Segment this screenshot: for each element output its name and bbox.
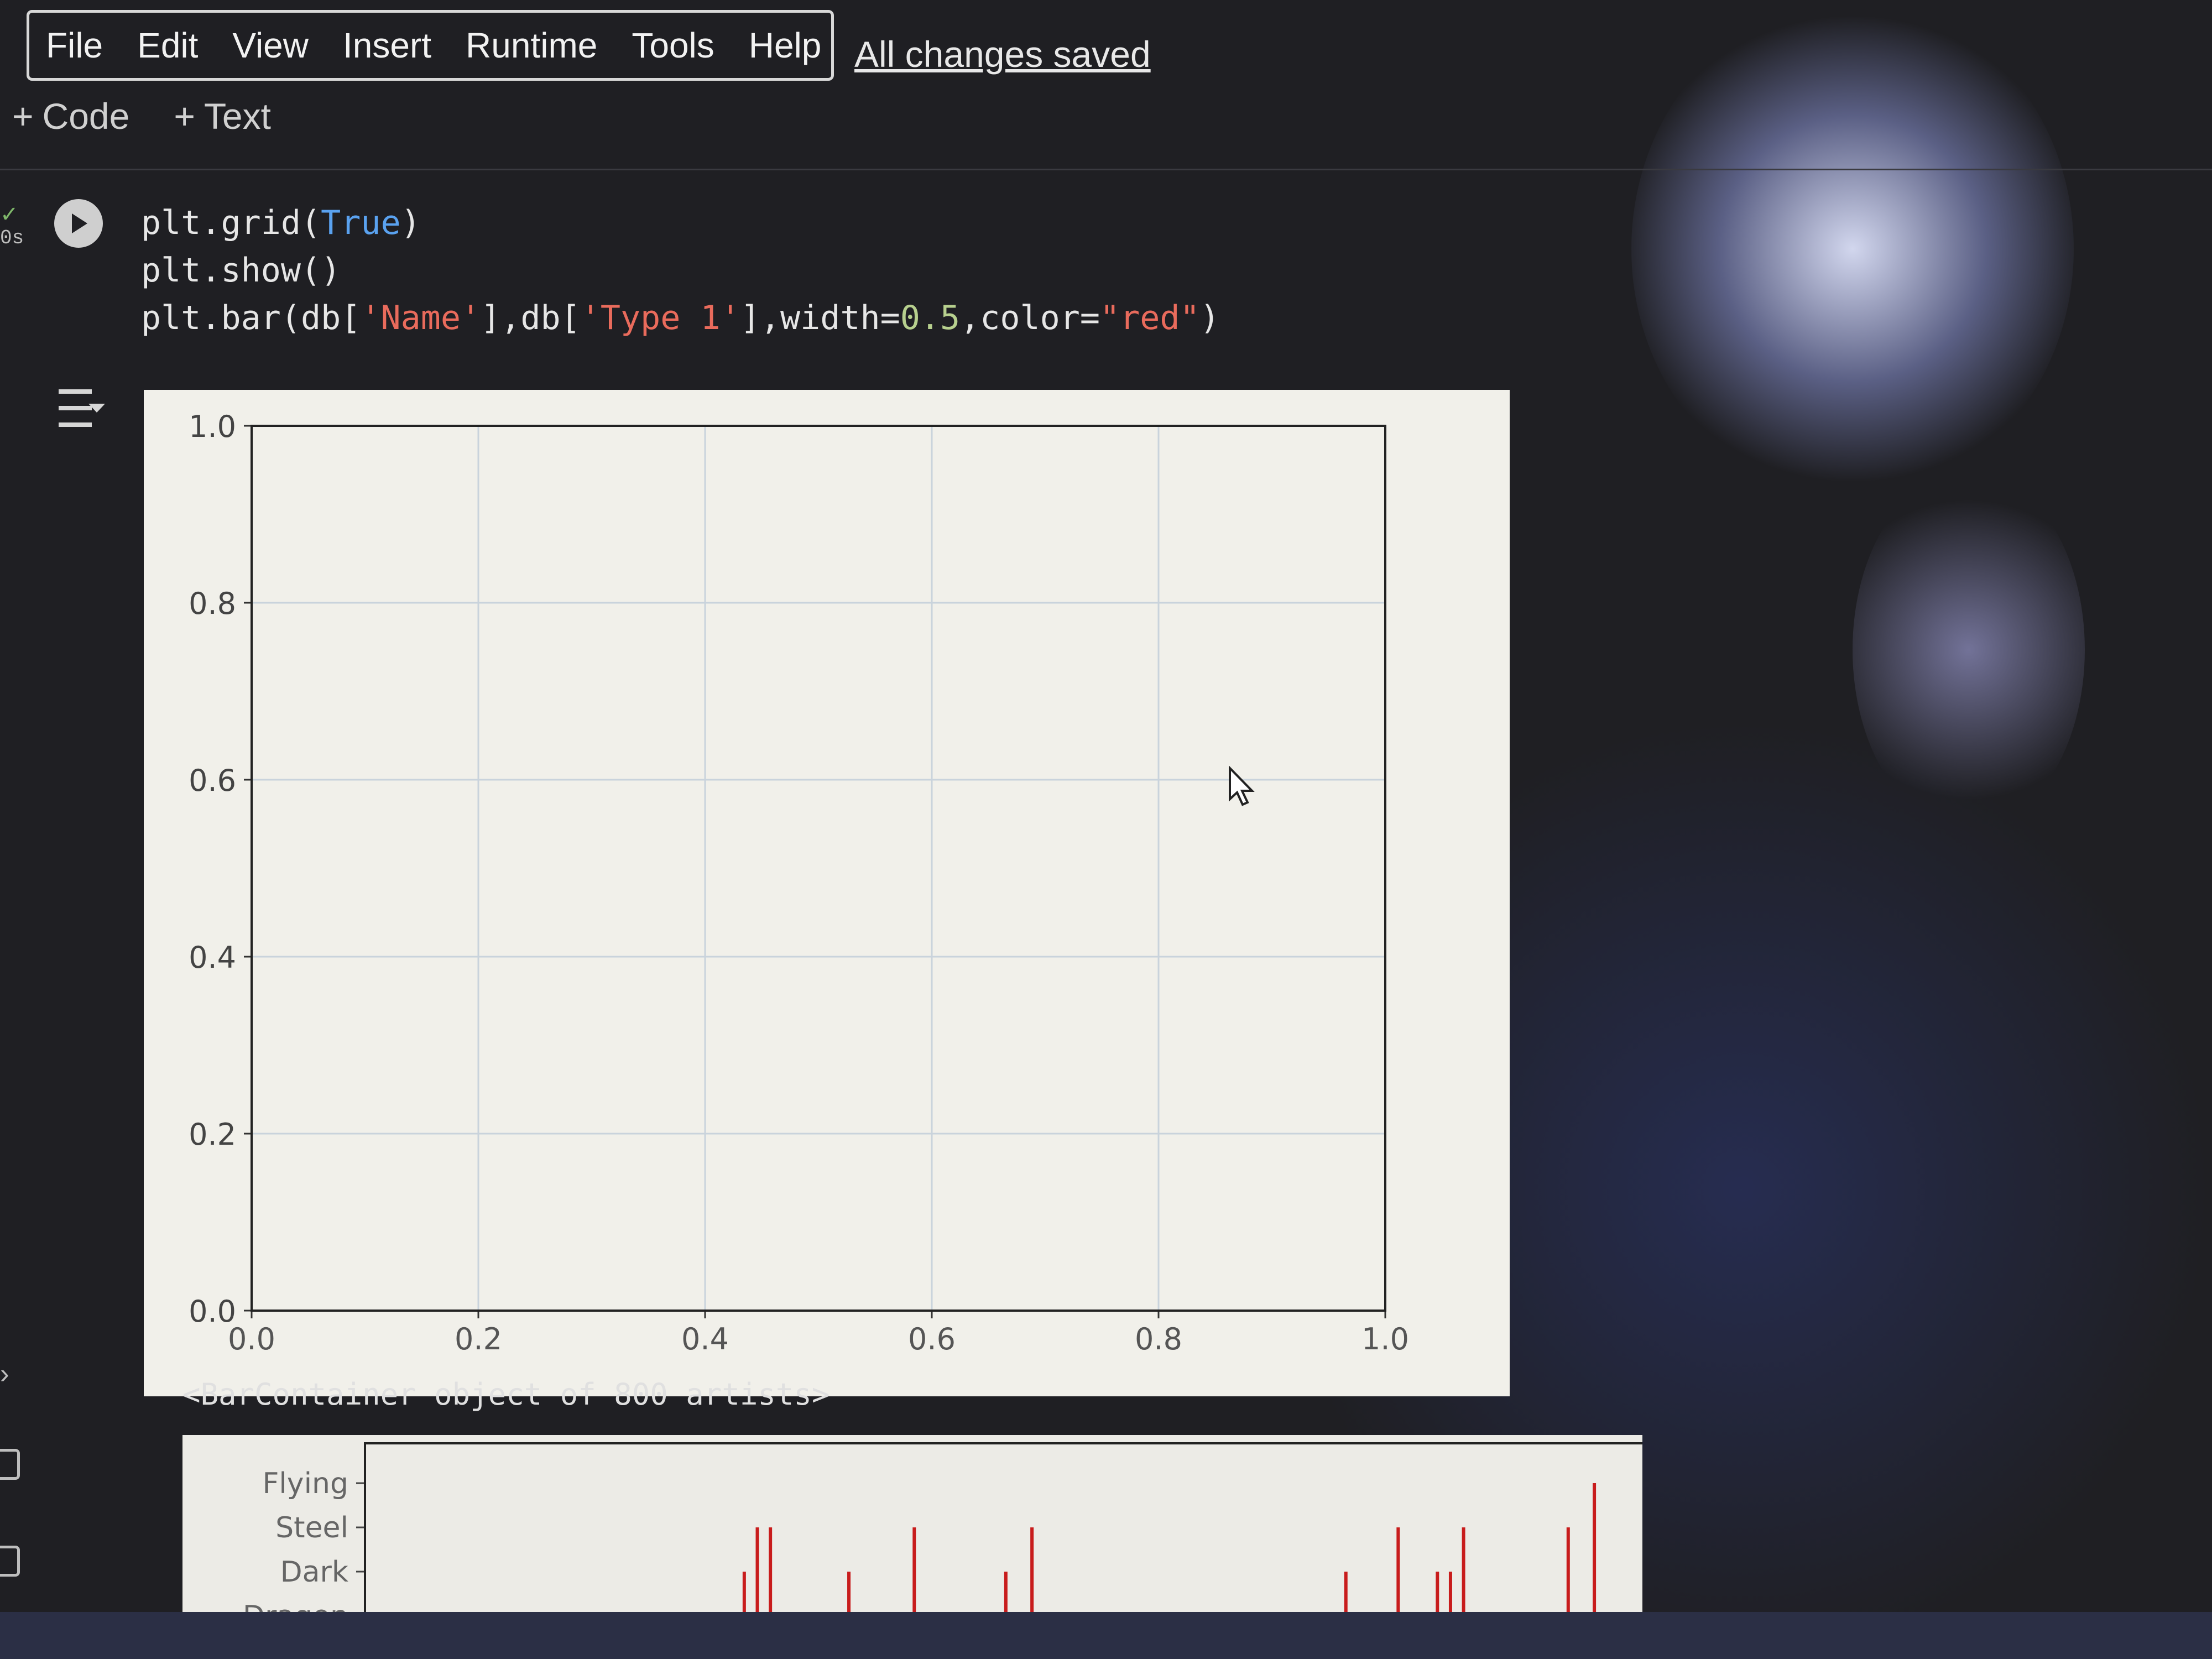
menu-edit[interactable]: Edit <box>137 25 198 66</box>
code-token: "red" <box>1099 299 1200 337</box>
mouse-cursor-icon <box>1229 766 1255 806</box>
code-token: 0.5 <box>900 299 961 337</box>
axes-frame <box>251 425 1386 1312</box>
code-token: plt.show() <box>141 251 341 290</box>
code-token: ],width= <box>740 299 900 337</box>
output-toggle-icon[interactable] <box>55 382 108 435</box>
menu-help[interactable]: Help <box>749 25 822 66</box>
code-token: 'Name' <box>361 299 481 337</box>
play-icon <box>72 213 87 233</box>
code-token: ],db[ <box>481 299 581 337</box>
add-text-button[interactable]: + Text <box>174 95 271 137</box>
add-text-label: Text <box>204 96 271 137</box>
x-tick-label: 0.6 <box>908 1322 956 1357</box>
success-check-icon: ✓ <box>0 202 19 227</box>
code-token: 'Type 1' <box>580 299 740 337</box>
execution-time: 0s <box>0 227 24 249</box>
y-tick-label: 0.8 <box>189 586 236 621</box>
y-tick-label: 0.4 <box>189 940 236 975</box>
menu-bar: File Edit View Insert Runtime Tools Help <box>27 10 834 81</box>
code-token: ,color= <box>960 299 1100 337</box>
menu-view[interactable]: View <box>232 25 309 66</box>
y-tick-label: 0.0 <box>189 1294 236 1329</box>
screen-glare-lower <box>1853 470 2085 830</box>
terminal-icon[interactable] <box>0 1546 20 1577</box>
expand-sidebar-icon[interactable]: › <box>0 1358 9 1390</box>
menu-file[interactable]: File <box>46 25 103 66</box>
menu-runtime[interactable]: Runtime <box>466 25 597 66</box>
x-tick-label: 1.0 <box>1361 1322 1409 1357</box>
table-of-contents-icon[interactable] <box>0 1449 20 1480</box>
plus-icon: + <box>174 96 195 137</box>
x-tick-label: 0.4 <box>681 1322 729 1357</box>
code-token: True <box>321 204 401 242</box>
menu-insert[interactable]: Insert <box>343 25 431 66</box>
y-tick-label: 0.6 <box>189 763 236 798</box>
y-tick-label: 1.0 <box>189 409 236 444</box>
code-line: plt.grid(True) <box>141 199 1220 247</box>
save-status-link[interactable]: All changes saved <box>854 33 1151 75</box>
y-tick-label: 0.2 <box>189 1117 236 1152</box>
insert-toolbar: + Code + Text <box>12 95 271 137</box>
code-token: ) <box>400 204 421 242</box>
toolbar-divider <box>0 169 2212 170</box>
x-tick-label: 0.2 <box>455 1322 502 1357</box>
menu-tools[interactable]: Tools <box>632 25 714 66</box>
x-tick-label: 0.8 <box>1135 1322 1182 1357</box>
status-bar <box>0 1612 2212 1659</box>
code-editor[interactable]: plt.grid(True) plt.show() plt.bar(db['Name… <box>141 199 1220 342</box>
code-token: plt.grid( <box>141 204 321 242</box>
grid-chart-svg: 0.0 0.2 0.4 0.6 0.8 1.00.00.20.40.60.81.0 <box>189 409 1409 1357</box>
screen-glare <box>1631 0 2074 498</box>
plus-icon: + <box>12 96 34 137</box>
y-tick-label: Flying <box>262 1467 348 1500</box>
run-cell-button[interactable] <box>54 199 103 248</box>
code-line: plt.bar(db['Name'],db['Type 1'],width=0.… <box>141 294 1220 342</box>
add-code-button[interactable]: + Code <box>12 95 129 137</box>
output-text: <BarContainer object of 800 artists> <box>182 1377 830 1412</box>
empty-grid-plot: 0.0 0.2 0.4 0.6 0.8 1.0 0.0 0.2 0.4 0.6 0.8 1.0 <box>144 390 1510 1396</box>
code-token: plt.bar(db[ <box>141 299 361 337</box>
add-code-label: Code <box>42 96 130 137</box>
code-line: plt.show() <box>141 247 1220 294</box>
y-tick-label: Dark <box>280 1556 348 1589</box>
code-token: ) <box>1199 299 1220 337</box>
y-tick-label: Steel <box>275 1511 348 1545</box>
